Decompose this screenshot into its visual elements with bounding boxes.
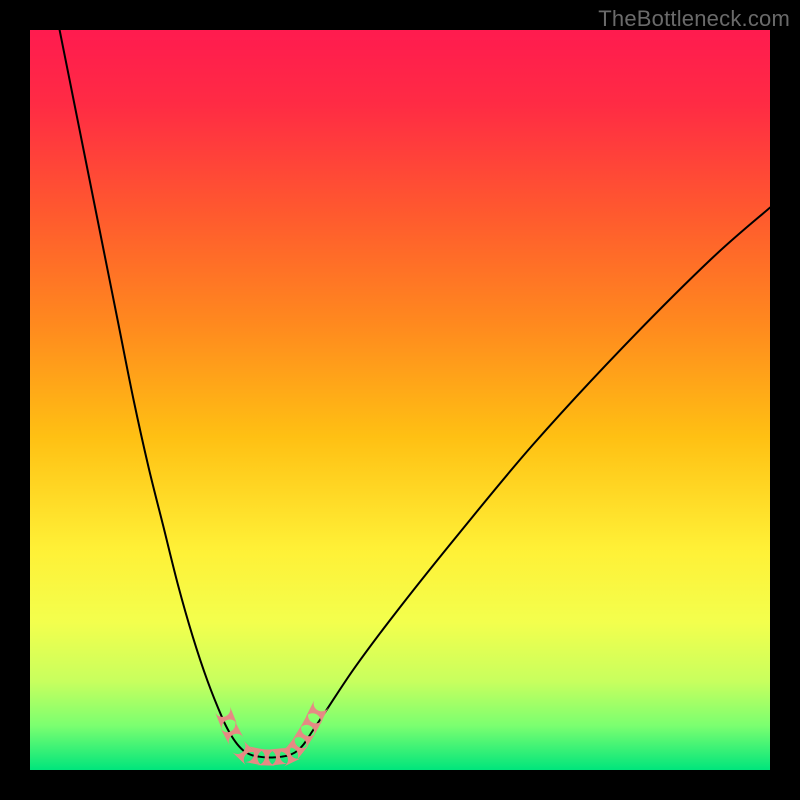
gradient-background bbox=[30, 30, 770, 770]
chart-frame: TheBottleneck.com bbox=[0, 0, 800, 800]
plot-area bbox=[30, 30, 770, 770]
bottleneck-chart bbox=[30, 30, 770, 770]
watermark-text: TheBottleneck.com bbox=[598, 6, 790, 32]
